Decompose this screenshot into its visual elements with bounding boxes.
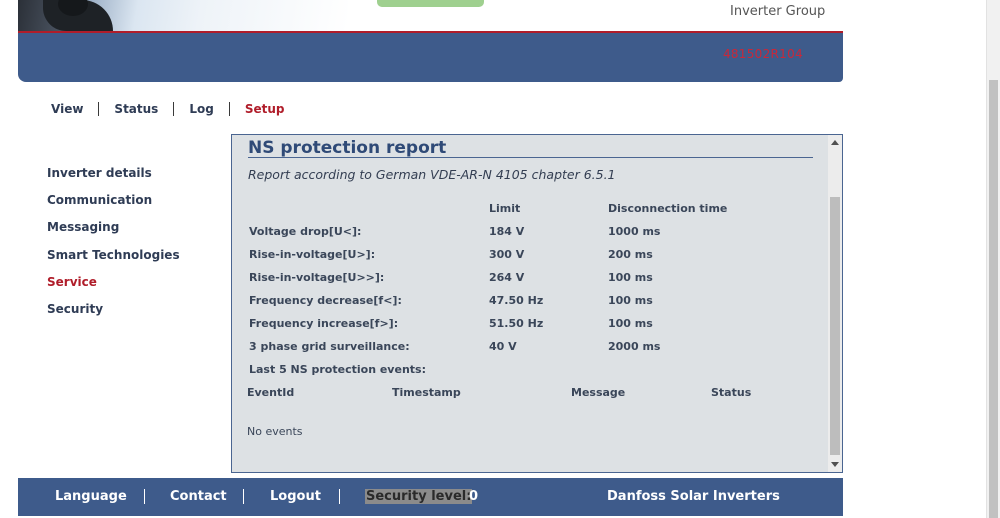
side-item-inverter-details[interactable]: Inverter details [47,166,180,193]
footer-separator [339,489,340,504]
row-limit: 40 V [489,340,517,353]
footer-bar: Language Contact Logout Security level: … [18,478,843,516]
row-time: 200 ms [608,248,653,261]
panel-scrollbar[interactable] [828,135,842,472]
side-item-smart-technologies[interactable]: Smart Technologies [47,248,180,275]
tab-view[interactable]: View [36,102,98,116]
serial-number: 481502R104 [722,47,803,61]
row-time: 100 ms [608,317,653,330]
page-scrollbar-thumb[interactable] [989,80,998,518]
row-limit: 51.50 Hz [489,317,544,330]
row-time: 100 ms [608,294,653,307]
inverter-group-label: Inverter Group [730,4,826,19]
row-label: Rise-in-voltage[U>]: [249,248,376,261]
green-tab [377,0,484,7]
message-header: Message [571,386,626,399]
title-divider [248,157,813,158]
row-label: Frequency increase[f>]: [249,317,399,330]
tab-status[interactable]: Status [99,102,173,116]
row-label: 3 phase grid surveillance: [249,340,410,353]
status-header: Status [711,386,752,399]
row-label: Frequency decrease[f<]: [249,294,402,307]
scroll-down-arrow-icon[interactable] [831,462,839,467]
page-scrollbar[interactable] [986,0,1000,518]
disconnection-time-header: Disconnection time [608,202,728,215]
language-link[interactable]: Language [55,489,127,504]
no-events-message: No events [247,425,303,438]
side-item-messaging[interactable]: Messaging [47,220,180,247]
header-top: Inverter Group [18,0,843,31]
footer-separator [144,489,145,504]
panel-title: NS protection report [248,138,447,158]
row-limit: 264 V [489,271,525,284]
scroll-up-arrow-icon[interactable] [831,140,839,145]
panel-subtitle: Report according to German VDE-AR-N 4105… [248,167,616,182]
row-limit: 184 V [489,225,525,238]
row-limit: 300 V [489,248,525,261]
side-item-communication[interactable]: Communication [47,193,180,220]
row-time: 2000 ms [608,340,661,353]
timestamp-header: Timestamp [392,386,461,399]
report-panel: NS protection report Report according to… [231,134,843,473]
logout-link[interactable]: Logout [270,489,321,504]
header-bar: 481502R104 [18,31,843,82]
security-level-label: Security level: [365,489,473,504]
event-id-header: EventId [247,386,295,399]
tab-log[interactable]: Log [174,102,228,116]
brand-name: Danfoss Solar Inverters [607,489,780,504]
top-nav: View Status Log Setup [36,100,299,118]
side-nav: Inverter details Communication Messaging… [47,166,180,329]
events-heading: Last 5 NS protection events: [249,363,426,376]
security-level-value: 0 [469,489,479,504]
footer-separator [243,489,244,504]
panel-scrollbar-thumb[interactable] [830,197,840,455]
row-label: Voltage drop[U<]: [249,225,362,238]
limit-header: Limit [489,202,521,215]
header-banner-image [18,0,348,31]
contact-link[interactable]: Contact [170,489,227,504]
side-item-security[interactable]: Security [47,302,180,329]
tab-setup[interactable]: Setup [230,102,300,116]
row-time: 100 ms [608,271,653,284]
side-item-service[interactable]: Service [47,275,180,302]
row-label: Rise-in-voltage[U>>]: [249,271,385,284]
row-limit: 47.50 Hz [489,294,544,307]
row-time: 1000 ms [608,225,661,238]
